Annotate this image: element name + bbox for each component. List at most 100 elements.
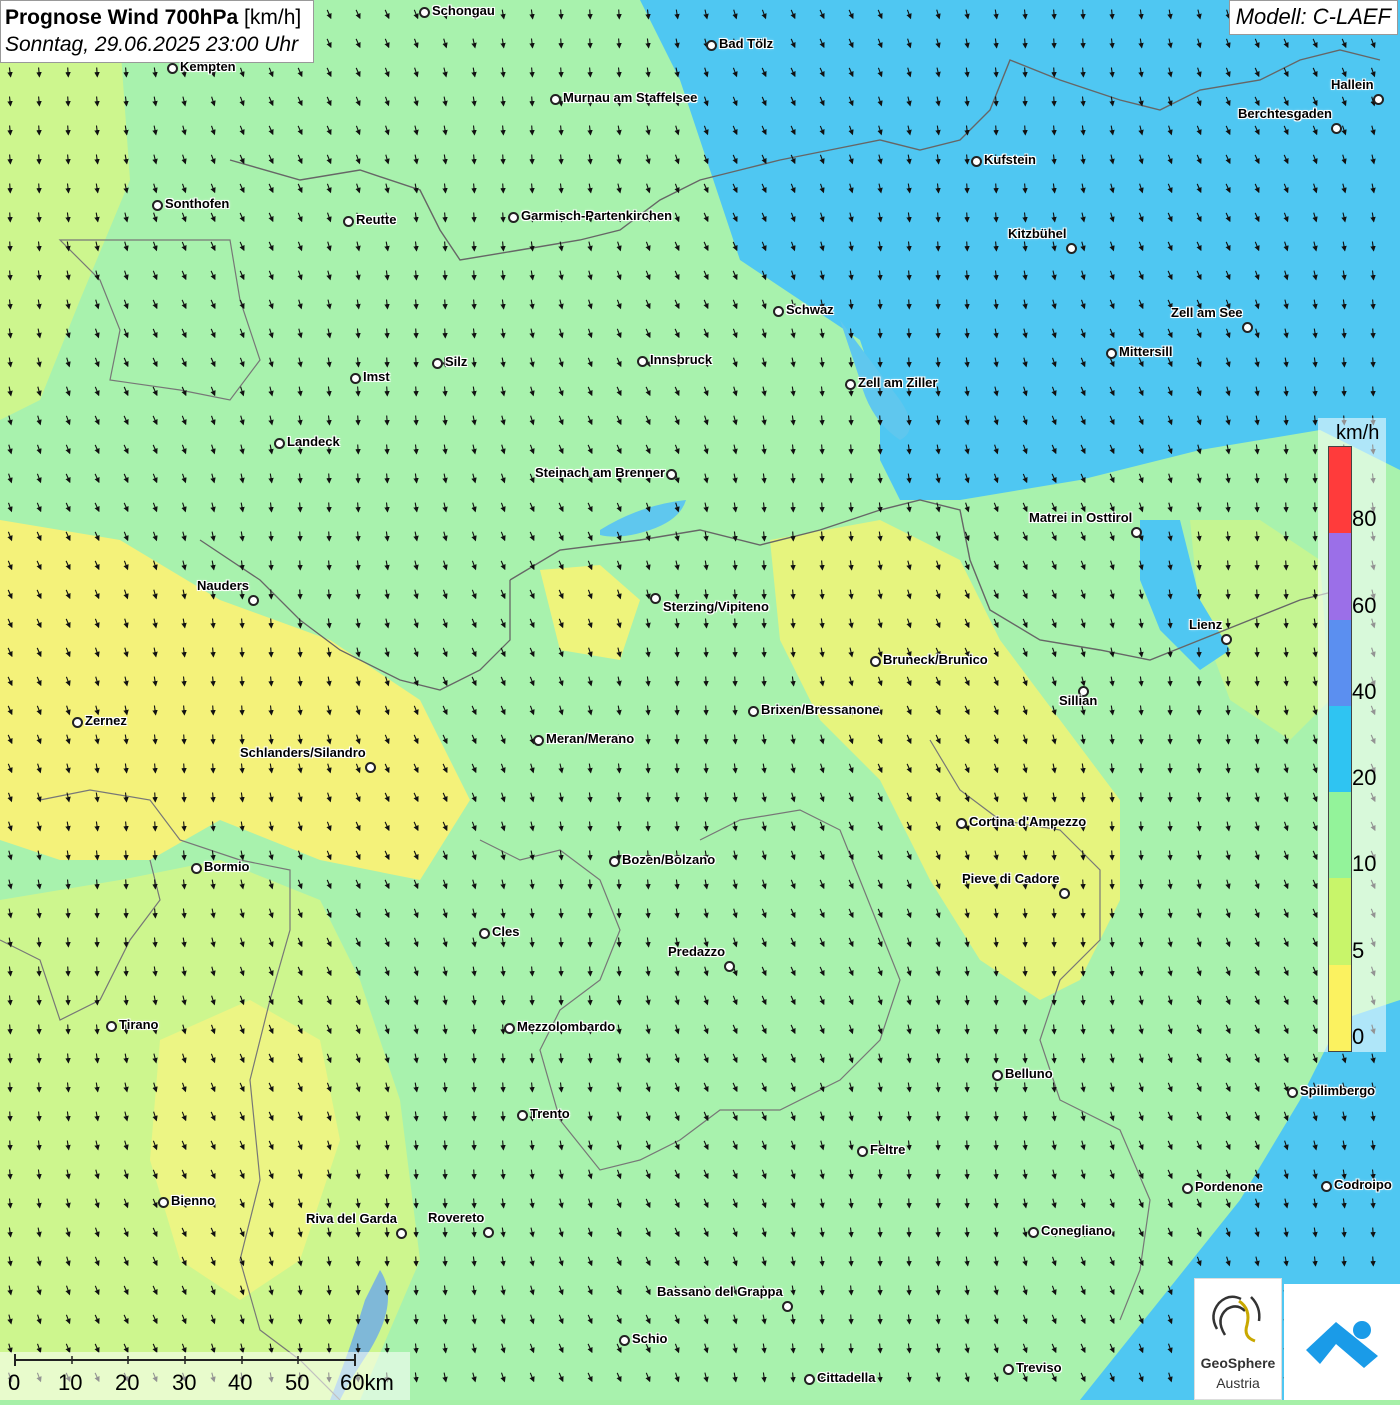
wind-arrow (1370, 386, 1376, 397)
wind-arrow (384, 1256, 390, 1267)
city-label: Cles (492, 924, 520, 939)
city-marker (517, 1110, 528, 1121)
city-label: Bassano del Grappa (657, 1284, 783, 1299)
wind-arrow (587, 9, 593, 20)
city-marker (845, 379, 856, 390)
city-marker (1003, 1364, 1014, 1375)
wind-arrow (1051, 38, 1057, 49)
wind-arrow (674, 734, 680, 745)
wind-arrow (935, 241, 941, 252)
mountain-logo (1284, 1284, 1400, 1400)
wind-arrow (877, 1314, 883, 1325)
legend-tick-label: 40 (1352, 678, 1377, 704)
city-marker (504, 1023, 515, 1034)
city-marker (971, 156, 982, 167)
wind-arrow (1312, 473, 1318, 484)
city-label: Sonthofen (165, 196, 230, 211)
legend-segment (1329, 705, 1351, 793)
city-label: Mittersill (1119, 344, 1173, 359)
wind-arrow (1312, 502, 1318, 513)
city-marker (666, 469, 677, 480)
city-label: Steinach am Brenner (535, 465, 666, 480)
wind-arrow (500, 212, 506, 223)
wind-arrow (181, 792, 187, 803)
wind-arrow (413, 328, 419, 339)
city-marker (1059, 888, 1070, 899)
wind-arrow (36, 125, 42, 136)
wind-arrow (94, 966, 100, 977)
city-label: Sillian (1059, 693, 1098, 708)
wind-arrow (471, 270, 477, 281)
scale-label: 0 (8, 1370, 21, 1395)
wind-arrow (558, 995, 564, 1006)
city-label: Meran/Merano (546, 731, 635, 746)
city-marker (619, 1335, 630, 1346)
wind-arrow (558, 38, 564, 49)
wind-arrow (993, 1024, 999, 1035)
wind-arrow (906, 1198, 912, 1209)
city-marker (248, 595, 259, 606)
wind-arrow (1051, 966, 1057, 977)
wind-arrow (935, 299, 941, 310)
city-marker (650, 593, 661, 604)
city-label: Cittadella (817, 1370, 876, 1385)
wind-arrow (1138, 792, 1144, 803)
wind-arrow (471, 212, 477, 223)
legend-tick-label: 5 (1352, 937, 1365, 963)
wind-arrow (181, 763, 187, 774)
wind-arrow (1109, 821, 1115, 832)
city-marker (857, 1146, 868, 1157)
wind-arrow (500, 154, 506, 165)
wind-arrow (355, 415, 361, 426)
wind-arrow (210, 734, 216, 745)
city-label: Matrei in Osttirol (1029, 510, 1133, 525)
wind-arrow (1196, 647, 1202, 658)
wind-arrow (906, 357, 912, 368)
wind-arrow (964, 241, 970, 252)
wind-arrow (65, 67, 71, 78)
wind-arrow (616, 879, 622, 890)
wind-arrow (848, 1343, 854, 1354)
wind-arrow (529, 154, 535, 165)
legend-tick-label: 20 (1352, 765, 1377, 791)
wind-arrow (761, 618, 767, 629)
model-label: Modell: C-LAEF (1228, 0, 1398, 35)
city-marker (396, 1228, 407, 1239)
wind-arrow (355, 1314, 361, 1325)
wind-arrow (1051, 96, 1057, 107)
city-label: Landeck (287, 434, 340, 449)
city-label: Kufstein (984, 152, 1036, 167)
wind-arrow (268, 647, 274, 658)
wind-arrow (1022, 125, 1028, 136)
city-marker (1373, 94, 1384, 105)
city-marker (167, 63, 178, 74)
wind-arrow (442, 328, 448, 339)
wind-arrow (732, 676, 738, 687)
scale-label: 50 (285, 1370, 310, 1395)
city-label: Sterzing/Vipiteno (663, 599, 769, 614)
city-marker (773, 306, 784, 317)
wind-arrow (877, 1256, 883, 1267)
wind-arrow (848, 415, 854, 426)
scale-label: 20 (115, 1370, 140, 1395)
wind-arrow (268, 618, 274, 629)
city-label: Riva del Garda (306, 1211, 398, 1226)
city-label: Pieve di Cadore (962, 871, 1060, 886)
wind-arrow (529, 125, 535, 136)
logo-sub: Austria (1216, 1375, 1260, 1391)
city-marker (609, 856, 620, 867)
city-label: Kitzbühel (1008, 226, 1067, 241)
wind-arrow (384, 1314, 390, 1325)
wind-arrow (877, 1285, 883, 1296)
wind-arrow (587, 937, 593, 948)
logo-name: GeoSphere (1200, 1355, 1276, 1371)
city-marker (1287, 1087, 1298, 1098)
wind-arrow (7, 183, 13, 194)
wind-arrow (413, 386, 419, 397)
wind-arrow (529, 1053, 535, 1064)
wind-arrow (297, 560, 303, 571)
wind-arrow (7, 212, 13, 223)
wind-arrow (210, 763, 216, 774)
wind-arrow (790, 531, 796, 542)
wind-arrow (152, 850, 158, 861)
